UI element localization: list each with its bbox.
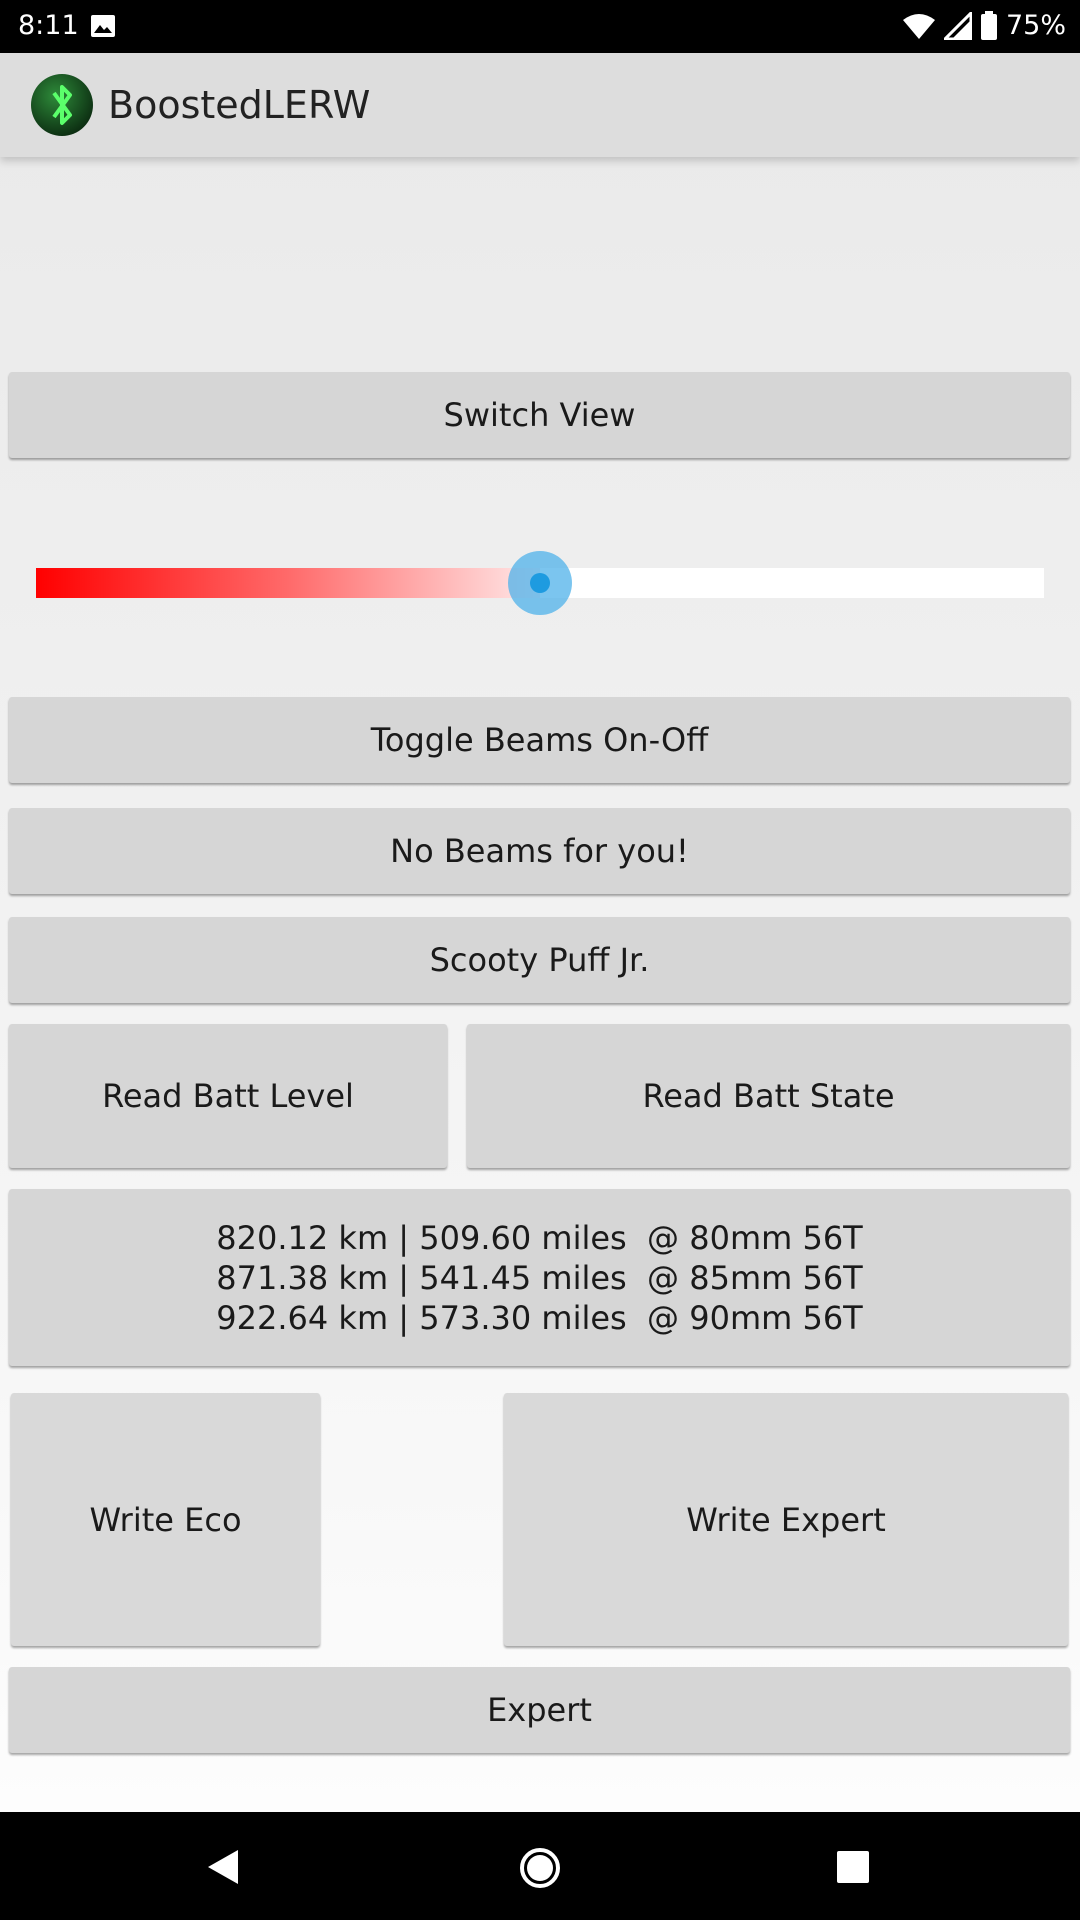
photo-icon (91, 15, 115, 37)
write-eco-button[interactable]: Write Eco (11, 1393, 320, 1646)
write-eco-label: Write Eco (89, 1500, 242, 1539)
status-time: 8:11 (18, 10, 79, 41)
read-batt-state-label: Read Batt State (642, 1077, 895, 1115)
slider-thumb[interactable] (508, 551, 572, 615)
write-expert-label: Write Expert (686, 1500, 886, 1539)
odometer-line: 820.12 km | 509.60 miles @ 80mm 56T (216, 1218, 863, 1257)
odometer-lines: 820.12 km | 509.60 miles @ 80mm 56T 871.… (216, 1218, 862, 1338)
beam-brightness-slider[interactable] (36, 551, 1044, 615)
app-title: BoostedLERW (108, 83, 371, 127)
wifi-icon (902, 13, 935, 39)
no-beams-button[interactable]: No Beams for you! (9, 808, 1070, 894)
odometer-line: 871.38 km | 541.45 miles @ 85mm 56T (216, 1258, 863, 1297)
no-beams-label: No Beams for you! (390, 832, 689, 870)
write-expert-button[interactable]: Write Expert (504, 1393, 1068, 1646)
expert-label: Expert (487, 1691, 592, 1729)
read-batt-level-label: Read Batt Level (102, 1077, 354, 1115)
expert-button[interactable]: Expert (9, 1667, 1070, 1753)
recents-icon[interactable] (836, 1850, 870, 1884)
signal-icon (943, 11, 972, 40)
scooty-puff-label: Scooty Puff Jr. (429, 941, 650, 979)
back-icon[interactable] (206, 1848, 240, 1886)
app-bar: BoostedLERW (0, 53, 1080, 157)
bluetooth-icon (31, 74, 93, 136)
read-batt-state-button[interactable]: Read Batt State (467, 1024, 1070, 1168)
read-batt-level-button[interactable]: Read Batt Level (9, 1024, 447, 1168)
status-bar: 8:11 75% (0, 0, 1080, 53)
navigation-bar (0, 1812, 1080, 1920)
odometer-line: 922.64 km | 573.30 miles @ 90mm 56T (216, 1298, 863, 1337)
switch-view-button[interactable]: Switch View (9, 372, 1070, 458)
scooty-puff-button[interactable]: Scooty Puff Jr. (9, 917, 1070, 1003)
switch-view-label: Switch View (443, 396, 636, 434)
battery-icon (980, 10, 997, 40)
toggle-beams-label: Toggle Beams On-Off (370, 721, 709, 759)
slider-fill (36, 568, 540, 598)
battery-percent: 75% (1005, 10, 1066, 41)
home-icon[interactable] (518, 1846, 562, 1890)
toggle-beams-button[interactable]: Toggle Beams On-Off (9, 697, 1070, 783)
odometer-button[interactable]: 820.12 km | 509.60 miles @ 80mm 56T 871.… (9, 1189, 1070, 1366)
